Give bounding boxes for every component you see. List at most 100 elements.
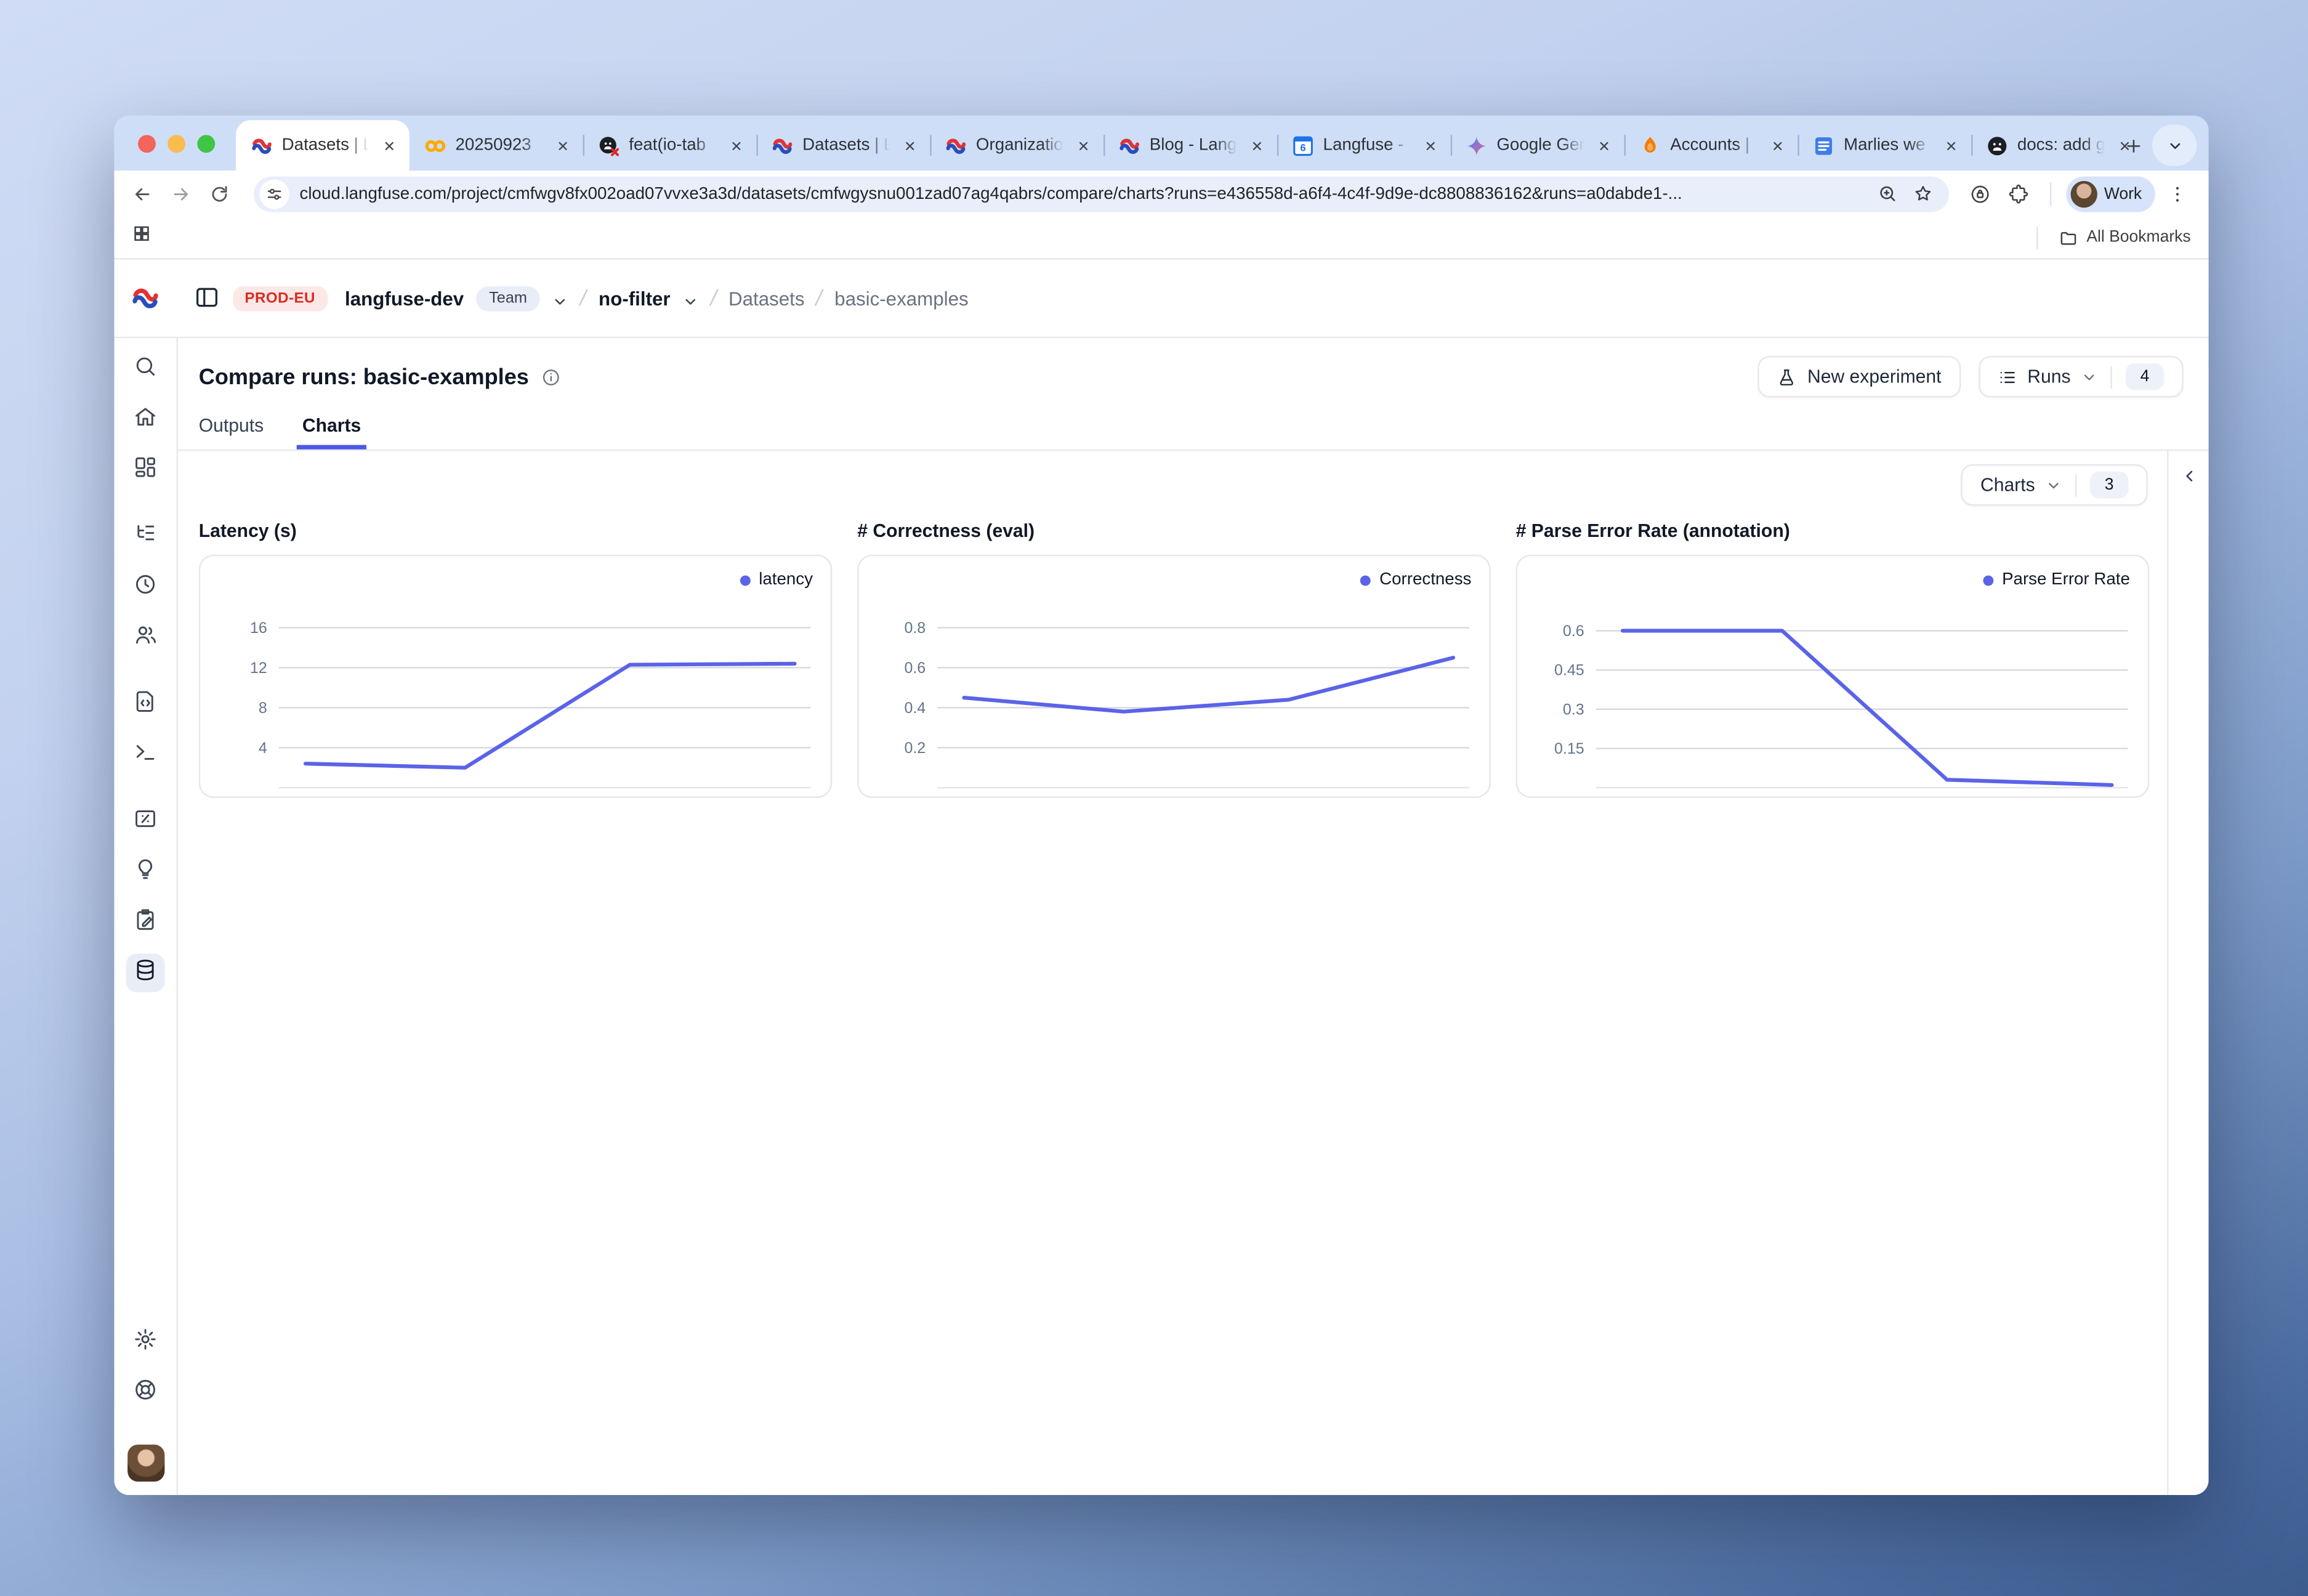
charts-selector-button[interactable]: Charts 3 (1961, 464, 2148, 506)
org-name[interactable]: langfuse-dev (345, 287, 464, 309)
sidebar-item-tracing[interactable] (126, 518, 165, 557)
window-close-button[interactable] (138, 134, 156, 152)
sidebar-item-sessions[interactable] (126, 568, 165, 607)
notes-favicon-icon (1812, 134, 1834, 156)
tab-close-icon[interactable] (1593, 134, 1615, 156)
browser-tab[interactable]: Google Ger (1451, 120, 1624, 171)
sidebar-item-prompts[interactable] (126, 685, 165, 724)
sidebar-item-users[interactable] (126, 618, 165, 657)
chart-title: # Correctness (eval) (857, 520, 1491, 541)
chart-card[interactable]: latency 481216 (199, 555, 833, 798)
tab-close-icon[interactable] (378, 134, 400, 156)
browser-tab[interactable]: Marlies we (1798, 120, 1971, 171)
clock-icon (134, 572, 158, 603)
score-card-icon (134, 806, 158, 837)
tracing-icon (134, 522, 158, 553)
svg-text:6: 6 (1300, 141, 1305, 153)
home-icon (134, 404, 158, 435)
dashboards-icon (134, 454, 158, 486)
app-header: PROD-EU langfuse-dev Team / no-filter / … (114, 260, 2208, 339)
address-bar[interactable]: cloud.langfuse.com/project/cmfwgv8fx002o… (254, 175, 1948, 211)
sidebar-item-support[interactable] (126, 1373, 165, 1412)
life-buoy-icon (134, 1377, 158, 1408)
sidebar-item-search[interactable] (126, 350, 165, 389)
desktop: Datasets | L20250923feat(io-tabDatasets … (0, 0, 2308, 1596)
extensions-puzzle-icon[interactable] (2002, 177, 2035, 210)
user-avatar[interactable] (127, 1445, 164, 1481)
browser-tab[interactable]: Datasets | L (236, 120, 410, 171)
tab-title: Blog - Lang (1150, 137, 1237, 155)
tab-close-icon[interactable] (899, 134, 921, 156)
tab-outputs[interactable]: Outputs (199, 415, 264, 449)
breadcrumb-current-item[interactable]: basic-examples (834, 287, 969, 309)
url-text[interactable]: cloud.langfuse.com/project/cmfwgv8fx002o… (300, 185, 1865, 203)
forward-button[interactable] (164, 177, 197, 210)
apps-grid-icon[interactable] (132, 224, 151, 251)
new-experiment-button[interactable]: New experiment (1758, 356, 1960, 397)
browser-tab[interactable]: Datasets | L (756, 120, 930, 171)
breadcrumb-separator: / (708, 286, 719, 311)
search-icon (134, 353, 158, 385)
bookmark-star-icon[interactable] (1910, 180, 1936, 207)
sidebar-item-datasets[interactable] (126, 954, 165, 993)
gear-icon (134, 1327, 158, 1358)
tab-close-icon[interactable] (2113, 134, 2136, 156)
tab-close-icon[interactable] (1940, 134, 1963, 156)
all-bookmarks[interactable]: All Bookmarks (2036, 226, 2190, 248)
site-settings-icon[interactable] (260, 179, 289, 208)
sidebar-item-annotation[interactable] (126, 903, 165, 942)
project-chevron-down-icon[interactable] (682, 290, 698, 306)
browser-tab[interactable]: Organizatio (930, 120, 1104, 171)
page-header: Compare runs: basic-examples New experim… (178, 338, 2209, 400)
window-zoom-button[interactable] (197, 134, 215, 152)
sidebar-item-dashboards[interactable] (126, 451, 165, 490)
chart-card[interactable]: Parse Error Rate 0.150.30.450.6 (1516, 555, 2150, 798)
tab-charts[interactable]: Charts (302, 415, 361, 449)
tab-close-icon[interactable] (552, 134, 574, 156)
back-button[interactable] (126, 177, 159, 210)
svg-text:12: 12 (250, 659, 267, 677)
tab-close-icon[interactable] (1246, 134, 1268, 156)
svg-text:0.8: 0.8 (904, 619, 926, 637)
sidebar-item-evaluation[interactable] (126, 802, 165, 841)
password-manager-icon[interactable] (1963, 177, 1996, 210)
browser-tab[interactable]: Blog - Lang (1104, 120, 1277, 171)
collapse-chevron-left-icon[interactable] (2180, 465, 2198, 1495)
runs-count-badge: 4 (2126, 363, 2165, 390)
langfuse-logo-icon[interactable] (114, 283, 176, 313)
environment-badge[interactable]: PROD-EU (233, 286, 327, 311)
sidebar-item-home[interactable] (126, 400, 165, 439)
runs-selector-button[interactable]: Runs 4 (1979, 356, 2184, 397)
chart-plot: 0.20.40.60.8 (859, 556, 1490, 796)
browser-tab[interactable]: 20250923 (410, 120, 583, 171)
sidebar-toggle-icon[interactable] (195, 284, 221, 311)
project-name[interactable]: no-filter (599, 287, 671, 309)
browser-tab[interactable]: feat(io-tab (583, 120, 757, 171)
browser-tab[interactable]: docs: add g (1971, 120, 2145, 171)
tab-title: Marlies we (1844, 137, 1931, 155)
browser-tab[interactable]: Accounts | (1624, 120, 1798, 171)
org-chevron-down-icon[interactable] (552, 290, 568, 306)
list-icon (1998, 367, 2017, 386)
zoom-icon[interactable] (1874, 180, 1900, 207)
sidebar-item-insights[interactable] (126, 853, 165, 892)
tab-close-icon[interactable] (1419, 134, 1442, 156)
reload-button[interactable] (203, 177, 236, 210)
chart-card[interactable]: Correctness 0.20.40.60.8 (857, 555, 1491, 798)
info-icon[interactable] (541, 367, 560, 386)
svg-text:0.15: 0.15 (1554, 740, 1584, 757)
tab-close-icon[interactable] (1072, 134, 1094, 156)
tab-close-icon[interactable] (725, 134, 748, 156)
browser-menu-icon[interactable] (2161, 177, 2193, 210)
profile-avatar (2070, 180, 2096, 207)
flask-icon (1778, 367, 1797, 386)
browser-tab[interactable]: 6Langfuse - (1277, 120, 1451, 171)
window-minimize-button[interactable] (167, 134, 185, 152)
breadcrumb-datasets-link[interactable]: Datasets (728, 287, 805, 309)
sidebar-item-settings[interactable] (126, 1323, 165, 1362)
browser-tabstrip: Datasets | L20250923feat(io-tabDatasets … (114, 116, 2208, 171)
tab-search-chevron[interactable] (2152, 124, 2197, 166)
sidebar-item-playground[interactable] (126, 736, 165, 775)
profile-chip[interactable]: Work (2065, 175, 2155, 211)
tab-close-icon[interactable] (1767, 134, 1789, 156)
